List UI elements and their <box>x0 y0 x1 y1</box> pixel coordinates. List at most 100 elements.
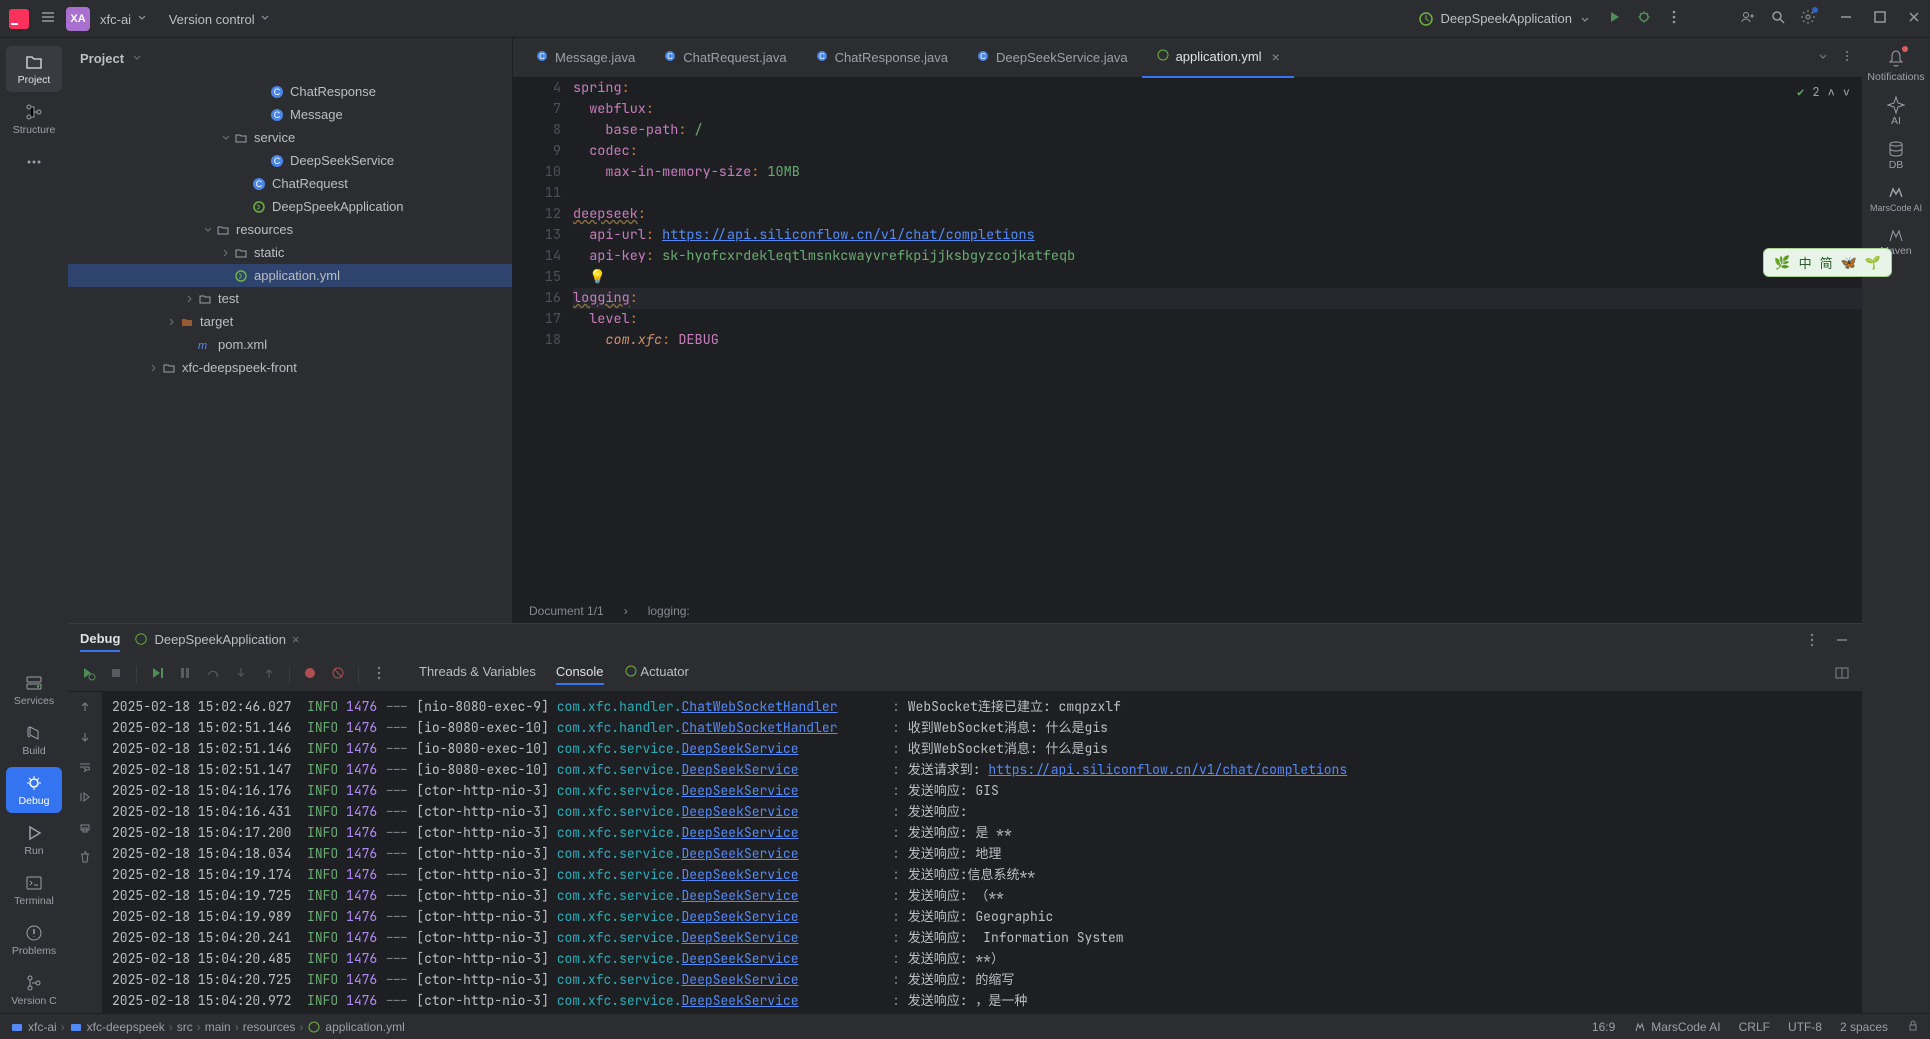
clear-icon[interactable] <box>78 850 92 868</box>
more-icon[interactable] <box>1804 632 1820 651</box>
inspection-widget[interactable]: ✔ 2 ∧ ∨ <box>1797 84 1850 100</box>
tree-item[interactable]: CChatRequest <box>68 172 512 195</box>
editor-content[interactable]: spring: webflux: base-path: / codec: max… <box>573 78 1862 599</box>
tree-item[interactable]: mpom.xml <box>68 333 512 356</box>
chevron-right-icon[interactable] <box>146 363 162 373</box>
chevron-down-icon[interactable] <box>1816 49 1830 66</box>
editor-tab[interactable]: CChatRequest.java <box>649 38 800 78</box>
tree-item[interactable]: static <box>68 241 512 264</box>
mute-breakpoints-icon[interactable] <box>330 665 346 684</box>
tool-structure[interactable]: Structure <box>6 96 62 142</box>
debug-config[interactable]: DeepSpeekApplication × <box>134 632 299 651</box>
tool-more[interactable] <box>6 146 62 180</box>
project-dropdown[interactable]: xfc-ai <box>100 10 149 27</box>
step-into-icon[interactable] <box>233 665 249 684</box>
tool-marscode[interactable]: MarsCode AI <box>1870 183 1922 213</box>
scroll-up-icon[interactable] <box>78 700 92 718</box>
tool-ai[interactable]: AI <box>1886 95 1906 127</box>
tree-item[interactable]: resources <box>68 218 512 241</box>
breadcrumb[interactable]: xfc-ai›xfc-deepspeek›src›main›resources›… <box>10 1020 405 1034</box>
tool-run[interactable]: Run <box>6 817 62 863</box>
console-output[interactable]: 2025-02-18 15:02:46.027 INFO 1476 --- [n… <box>102 692 1862 1013</box>
code-with-me-icon[interactable] <box>1740 9 1756 28</box>
layout-icon[interactable] <box>1834 669 1850 684</box>
chevron-right-icon[interactable] <box>164 317 180 327</box>
project-tree[interactable]: CChatResponseCMessageserviceCDeepSeekSer… <box>68 78 512 623</box>
more-icon[interactable] <box>1840 49 1854 66</box>
tool-problems[interactable]: Problems <box>6 917 62 963</box>
breadcrumb-item[interactable]: xfc-ai <box>10 1020 57 1034</box>
tool-version-control[interactable]: Version C <box>6 967 62 1013</box>
editor-tab[interactable]: CChatResponse.java <box>801 38 962 78</box>
more-icon[interactable] <box>371 665 387 684</box>
run-config-dropdown[interactable]: DeepSpeekApplication <box>1418 11 1592 27</box>
editor-body[interactable]: 4789101112131415161718 spring: webflux: … <box>513 78 1862 599</box>
lock-icon[interactable] <box>1906 1018 1920 1035</box>
close-icon[interactable] <box>1906 9 1922 28</box>
breadcrumb-item[interactable]: resources <box>243 1020 296 1034</box>
ime-popup[interactable]: 🌿 中 简 🦋 🌱 <box>1763 248 1892 277</box>
tool-notifications[interactable]: Notifications <box>1867 48 1924 83</box>
stop-icon[interactable] <box>108 665 124 684</box>
status-ratio[interactable]: 16:9 <box>1592 1020 1615 1034</box>
tree-item[interactable]: CDeepSeekService <box>68 149 512 172</box>
view-breakpoints-icon[interactable] <box>302 665 318 684</box>
tree-item[interactable]: CMessage <box>68 103 512 126</box>
print-icon[interactable] <box>78 820 92 838</box>
maximize-icon[interactable] <box>1872 9 1888 28</box>
status-marscode[interactable]: MarsCode AI <box>1633 1020 1720 1034</box>
editor-tab[interactable]: CDeepSeekService.java <box>962 38 1142 78</box>
tool-terminal[interactable]: Terminal <box>6 867 62 913</box>
editor-tab[interactable]: application.yml× <box>1142 38 1294 78</box>
editor-tab[interactable]: CMessage.java <box>521 38 649 78</box>
tree-item[interactable]: target <box>68 310 512 333</box>
close-icon[interactable]: × <box>1272 49 1280 65</box>
breadcrumb-item[interactable]: main <box>205 1020 231 1034</box>
breadcrumb-item[interactable]: src <box>177 1020 193 1034</box>
scroll-down-icon[interactable] <box>78 730 92 748</box>
pause-icon[interactable] <box>177 665 193 684</box>
tool-build[interactable]: Build <box>6 717 62 763</box>
status-indent[interactable]: 2 spaces <box>1840 1020 1888 1034</box>
tree-item[interactable]: application.yml <box>68 264 512 287</box>
debug-subtab[interactable]: Actuator <box>624 664 689 685</box>
chevron-down-icon[interactable] <box>200 225 216 235</box>
chevron-right-icon[interactable] <box>218 248 234 258</box>
main-menu-icon[interactable] <box>40 9 56 28</box>
scroll-end-icon[interactable] <box>78 790 92 808</box>
tree-item[interactable]: CChatResponse <box>68 80 512 103</box>
run-button-icon[interactable] <box>1606 9 1622 28</box>
breadcrumb-item[interactable]: xfc-deepspeek <box>69 1020 165 1034</box>
bulb-icon[interactable]: 💡 <box>589 268 606 286</box>
tree-item[interactable]: test <box>68 287 512 310</box>
breadcrumb-item[interactable]: application.yml <box>307 1020 404 1034</box>
chevron-up-icon[interactable]: ∧ <box>1828 84 1835 100</box>
tree-item[interactable]: xfc-deepspeek-front <box>68 356 512 379</box>
project-header[interactable]: Project <box>68 38 512 78</box>
step-out-icon[interactable] <box>261 665 277 684</box>
tree-item[interactable]: service <box>68 126 512 149</box>
tool-services[interactable]: Services <box>6 667 62 713</box>
tool-database[interactable]: DB <box>1886 139 1906 171</box>
minimize-icon[interactable] <box>1838 9 1854 28</box>
search-icon[interactable] <box>1770 9 1786 28</box>
chevron-right-icon[interactable] <box>182 294 198 304</box>
chevron-down-icon[interactable] <box>218 133 234 143</box>
settings-icon[interactable] <box>1800 9 1816 28</box>
rerun-icon[interactable] <box>80 665 96 684</box>
debug-subtab[interactable]: Threads & Variables <box>419 664 536 685</box>
close-icon[interactable]: × <box>292 632 300 647</box>
hide-icon[interactable] <box>1834 632 1850 651</box>
debug-button-icon[interactable] <box>1636 9 1652 28</box>
debug-tab[interactable]: Debug <box>80 631 120 652</box>
debug-subtab[interactable]: Console <box>556 664 604 685</box>
tool-debug[interactable]: Debug <box>6 767 62 813</box>
tool-project[interactable]: Project <box>6 46 62 92</box>
vcs-dropdown[interactable]: Version control <box>169 10 273 27</box>
step-over-icon[interactable] <box>205 665 221 684</box>
soft-wrap-icon[interactable] <box>78 760 92 778</box>
more-actions-icon[interactable] <box>1666 9 1682 28</box>
status-crlf[interactable]: CRLF <box>1739 1020 1770 1034</box>
chevron-down-icon[interactable]: ∨ <box>1843 84 1850 100</box>
status-encoding[interactable]: UTF-8 <box>1788 1020 1822 1034</box>
